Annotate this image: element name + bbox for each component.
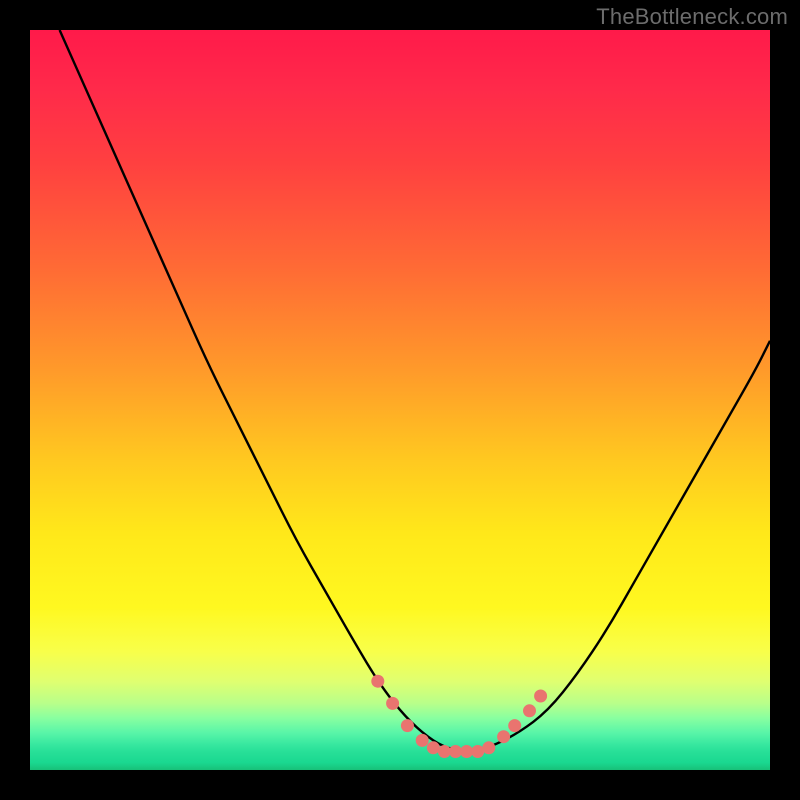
bottleneck-curve [60, 30, 770, 751]
trough-markers [371, 675, 547, 758]
trough-marker [534, 690, 547, 703]
watermark-text: TheBottleneck.com [596, 4, 788, 30]
trough-marker [471, 745, 484, 758]
chart-svg [30, 30, 770, 770]
chart-frame: TheBottleneck.com [0, 0, 800, 800]
trough-marker [497, 730, 510, 743]
trough-marker [508, 719, 521, 732]
trough-marker [449, 745, 462, 758]
trough-marker [438, 745, 451, 758]
trough-marker [523, 704, 536, 717]
trough-marker [416, 734, 429, 747]
chart-plot-area [30, 30, 770, 770]
trough-marker [386, 697, 399, 710]
trough-marker [401, 719, 414, 732]
trough-marker [482, 741, 495, 754]
trough-marker [427, 741, 440, 754]
trough-marker [371, 675, 384, 688]
trough-marker [460, 745, 473, 758]
